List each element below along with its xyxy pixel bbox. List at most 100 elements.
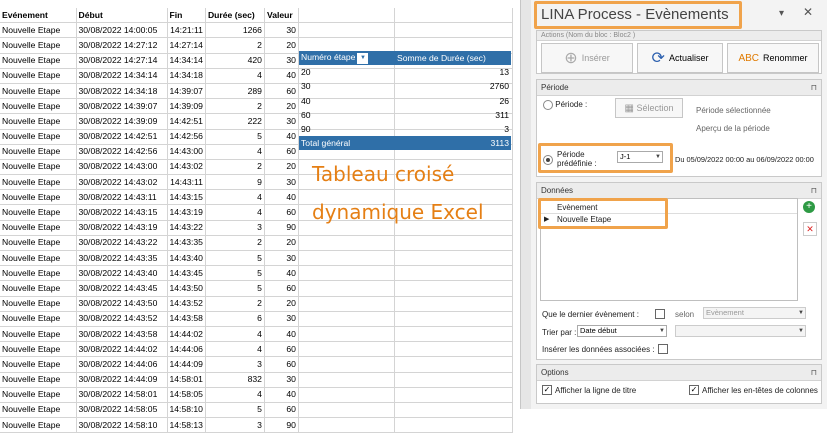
pivot-sum-cell[interactable]: 2760 xyxy=(395,79,511,93)
column-header[interactable]: Evénement xyxy=(0,8,77,24)
table-cell[interactable]: Nouvelle Etape xyxy=(0,129,77,145)
empty-cell[interactable] xyxy=(394,372,513,388)
table-cell[interactable]: 30/08/2022 14:43:52 xyxy=(76,311,168,327)
table-cell[interactable]: 30/08/2022 14:44:06 xyxy=(76,356,168,373)
table-cell[interactable]: 30/08/2022 14:44:02 xyxy=(76,341,168,358)
pin-icon[interactable]: ⊓ xyxy=(811,183,817,198)
table-cell[interactable]: 20 xyxy=(264,159,299,176)
last-event-checkbox[interactable] xyxy=(655,309,665,319)
pin-icon[interactable]: ⊓ xyxy=(811,365,817,380)
table-cell[interactable]: Nouvelle Etape xyxy=(0,265,77,282)
table-cell[interactable]: 30/08/2022 14:43:50 xyxy=(76,296,168,312)
table-cell[interactable]: Nouvelle Etape xyxy=(0,372,77,388)
empty-cell[interactable] xyxy=(298,280,395,297)
column-header[interactable]: Fin xyxy=(167,8,206,24)
table-cell[interactable]: 14:42:51 xyxy=(167,113,206,130)
empty-cell[interactable] xyxy=(298,341,395,358)
table-cell[interactable]: Nouvelle Etape xyxy=(0,296,77,312)
table-cell[interactable]: 30/08/2022 14:43:19 xyxy=(76,220,168,236)
table-cell[interactable]: Nouvelle Etape xyxy=(0,204,77,221)
table-cell[interactable]: Nouvelle Etape xyxy=(0,250,77,267)
column-header[interactable]: Valeur xyxy=(264,8,299,24)
table-cell[interactable]: 5 xyxy=(205,129,265,145)
table-cell[interactable]: 30 xyxy=(264,250,299,267)
table-cell[interactable]: 14:43:02 xyxy=(167,159,206,176)
show-title-checkbox[interactable]: ✓ xyxy=(542,385,552,395)
predefined-period-select[interactable]: J-1 ▼ xyxy=(617,151,663,163)
table-cell[interactable]: 40 xyxy=(264,265,299,282)
table-cell[interactable]: 14:58:01 xyxy=(167,372,206,388)
table-cell[interactable]: 3 xyxy=(205,220,265,236)
table-cell[interactable]: 30/08/2022 14:42:51 xyxy=(76,129,168,145)
table-cell[interactable]: 14:44:06 xyxy=(167,341,206,358)
table-cell[interactable]: Nouvelle Etape xyxy=(0,326,77,343)
empty-cell[interactable] xyxy=(394,235,513,252)
table-cell[interactable]: 40 xyxy=(264,326,299,343)
pivot-sum-cell[interactable]: 26 xyxy=(395,94,511,108)
table-cell[interactable]: Nouvelle Etape xyxy=(0,189,77,206)
table-cell[interactable]: 30 xyxy=(264,372,299,388)
table-cell[interactable]: 14:43:22 xyxy=(167,220,206,236)
pivot-sum-cell[interactable]: 13 xyxy=(395,65,511,79)
table-cell[interactable]: 60 xyxy=(264,144,299,160)
table-cell[interactable]: 2 xyxy=(205,98,265,115)
radio-period[interactable] xyxy=(543,100,553,110)
selection-button[interactable]: ▦ Sélection xyxy=(615,98,683,118)
table-cell[interactable]: 30/08/2022 14:43:02 xyxy=(76,174,168,191)
table-cell[interactable]: 14:58:05 xyxy=(167,387,206,403)
empty-cell[interactable] xyxy=(394,311,513,327)
table-cell[interactable]: 2 xyxy=(205,235,265,252)
empty-cell[interactable] xyxy=(394,341,513,358)
table-cell[interactable]: 14:58:10 xyxy=(167,402,206,419)
table-cell[interactable]: 40 xyxy=(264,387,299,403)
table-cell[interactable]: 30/08/2022 14:39:09 xyxy=(76,113,168,130)
pin-icon[interactable]: ⊓ xyxy=(811,80,817,95)
table-cell[interactable]: 14:34:18 xyxy=(167,68,206,84)
table-cell[interactable]: 14:21:11 xyxy=(167,22,206,39)
table-cell[interactable]: 4 xyxy=(205,326,265,343)
column-header[interactable]: Début xyxy=(76,8,168,24)
empty-cell[interactable] xyxy=(298,402,395,419)
excel-worksheet[interactable]: Evénement Début Fin Durée (sec) Valeur Nouvel… xyxy=(0,0,520,433)
table-cell[interactable]: Nouvelle Etape xyxy=(0,311,77,327)
table-cell[interactable]: 30/08/2022 14:58:10 xyxy=(76,417,168,433)
table-cell[interactable]: 14:39:09 xyxy=(167,98,206,115)
table-cell[interactable]: 14:44:02 xyxy=(167,326,206,343)
column-header[interactable]: Durée (sec) xyxy=(205,8,265,24)
empty-cell[interactable] xyxy=(394,417,513,433)
empty-cell[interactable] xyxy=(298,22,395,39)
table-cell[interactable]: 14:58:13 xyxy=(167,417,206,433)
table-cell[interactable]: 5 xyxy=(205,280,265,297)
rename-button[interactable]: ABC Renommer xyxy=(727,43,819,73)
empty-cell[interactable] xyxy=(394,280,513,297)
table-cell[interactable]: 14:42:56 xyxy=(167,129,206,145)
predefined-radio[interactable] xyxy=(543,155,553,165)
empty-cell[interactable] xyxy=(394,22,513,39)
table-cell[interactable]: Nouvelle Etape xyxy=(0,159,77,176)
table-cell[interactable]: 222 xyxy=(205,113,265,130)
table-cell[interactable]: 20 xyxy=(264,235,299,252)
table-cell[interactable]: 4 xyxy=(205,204,265,221)
table-cell[interactable]: Nouvelle Etape xyxy=(0,68,77,84)
table-cell[interactable]: 14:43:35 xyxy=(167,235,206,252)
table-cell[interactable]: Nouvelle Etape xyxy=(0,144,77,160)
table-cell[interactable]: 14:43:50 xyxy=(167,280,206,297)
table-cell[interactable]: 60 xyxy=(264,402,299,419)
radio-predefined[interactable] xyxy=(543,155,553,165)
table-cell[interactable]: 14:43:15 xyxy=(167,189,206,206)
table-cell[interactable]: 14:43:52 xyxy=(167,296,206,312)
table-cell[interactable]: 90 xyxy=(264,220,299,236)
empty-cell[interactable] xyxy=(394,8,513,24)
empty-cell[interactable] xyxy=(298,311,395,327)
pivot-total-value[interactable]: 3113 xyxy=(395,136,511,151)
table-cell[interactable]: Nouvelle Etape xyxy=(0,98,77,115)
table-cell[interactable]: Nouvelle Etape xyxy=(0,113,77,130)
table-cell[interactable]: 4 xyxy=(205,144,265,160)
table-cell[interactable]: 30 xyxy=(264,174,299,191)
table-cell[interactable]: 2 xyxy=(205,37,265,54)
table-cell[interactable]: 30/08/2022 14:58:01 xyxy=(76,387,168,403)
table-cell[interactable]: 30/08/2022 14:58:05 xyxy=(76,402,168,419)
table-cell[interactable]: 4 xyxy=(205,189,265,206)
table-cell[interactable]: 30/08/2022 14:43:15 xyxy=(76,204,168,221)
table-cell[interactable]: 14:43:19 xyxy=(167,204,206,221)
